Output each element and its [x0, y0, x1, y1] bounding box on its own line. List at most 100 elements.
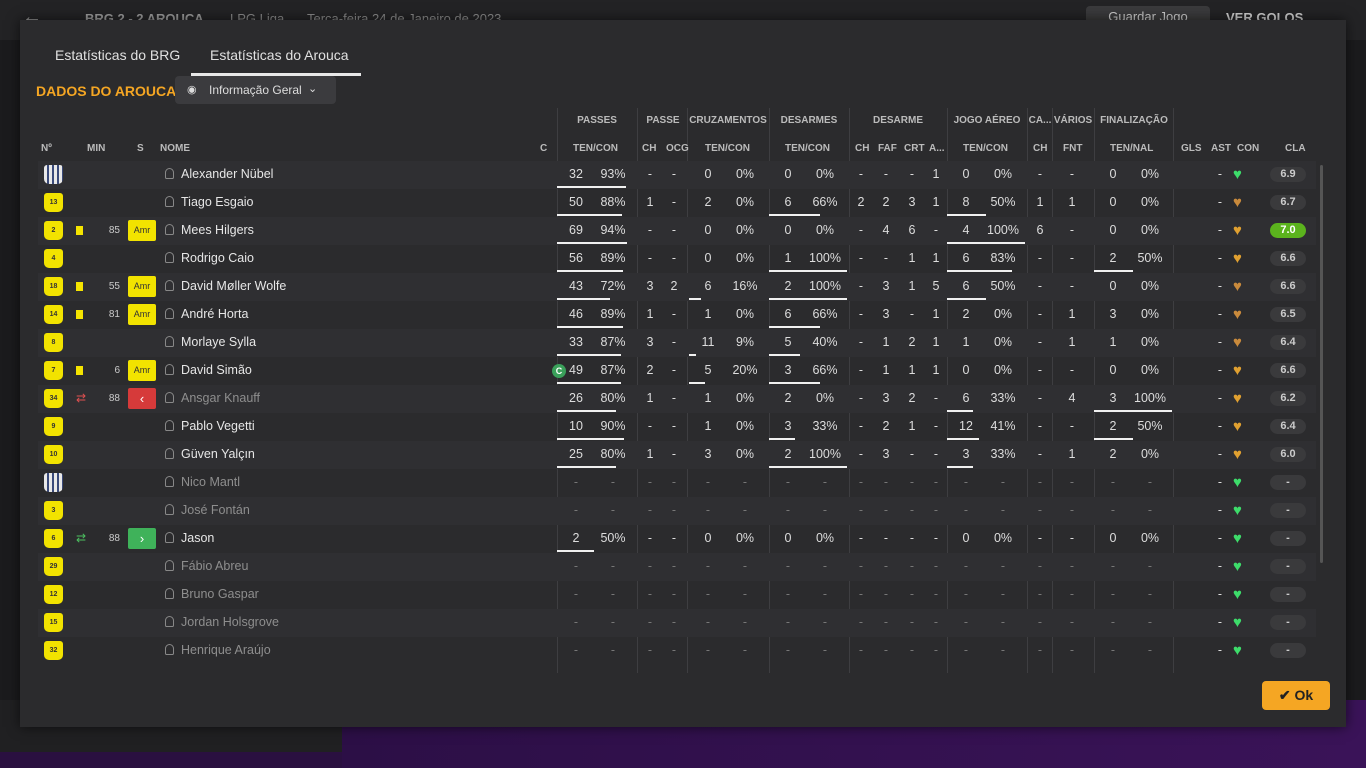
player-name[interactable]: Morlaye Sylla: [181, 335, 256, 349]
aerial-bar: [947, 270, 1012, 272]
col-minute[interactable]: MIN: [87, 143, 105, 154]
crosses-attempts: 3: [704, 447, 712, 461]
tab-brg-stats[interactable]: Estatísticas do BRG: [55, 47, 180, 63]
passes-attempts: 50: [569, 195, 583, 209]
player-name[interactable]: Alexander Nübel: [181, 167, 273, 181]
table-row[interactable]: 34 ⇄ 88 ‹ Ansgar Knauff 26 80% 1-1 0% 2 0% -3 2-6 33%…: [38, 385, 1316, 413]
minute: 55: [108, 281, 120, 292]
player-name[interactable]: Henrique Araújo: [181, 643, 271, 657]
player-name[interactable]: Fábio Abreu: [181, 559, 248, 573]
tackles-attempts: 2: [784, 447, 792, 461]
player-name[interactable]: Jason: [181, 531, 214, 545]
ocg: -: [671, 559, 677, 573]
player-name[interactable]: Güven Yalçın: [181, 447, 255, 461]
rating-badge: 6.4: [1270, 335, 1306, 350]
table-row[interactable]: 2 85 Amr Mees Hilgers 69 94% - - 0 0% 0 0% - 4 6 - 4 100%…: [38, 217, 1316, 245]
table-row[interactable]: 29 Fábio Abreu - - - - - - - - - - - - - - - - - - - ♥ -: [38, 553, 1316, 581]
col-a[interactable]: A...: [929, 143, 945, 154]
crosses-attempts: 1: [704, 391, 712, 405]
crosses-attempts: 0: [704, 251, 712, 265]
player-name[interactable]: André Horta: [181, 307, 248, 321]
assists: -: [1217, 195, 1223, 209]
col-faf[interactable]: FAF: [878, 143, 897, 154]
col-ca-ch[interactable]: CH: [1033, 143, 1047, 154]
player-name[interactable]: David Simão: [181, 363, 252, 377]
player-name[interactable]: Jordan Holsgrove: [181, 615, 279, 629]
table-row[interactable]: 7 6 Amr David Simão C 49 87% 2-5 20% 3 66% -1 1 1 0 0% -…: [38, 357, 1316, 385]
finishing-pct: 0%: [1140, 167, 1160, 181]
col-ocg[interactable]: OCG: [666, 143, 689, 154]
col-captain[interactable]: C: [540, 143, 547, 154]
table-row[interactable]: 13 Tiago Esgaio 50 88% 1 - 2 0% 6 66% 2 2 3 1 8 50% 1 1 0 0…: [38, 189, 1316, 217]
table-row[interactable]: Nico Mantl - - - - - - - - - - - - - - - - - - - ♥ -: [38, 469, 1316, 497]
finishing-attempts: -: [1110, 503, 1116, 517]
col-condition[interactable]: CON: [1237, 143, 1259, 154]
view-dropdown[interactable]: ◉ Informação Geral ⌄: [175, 76, 336, 104]
player-name[interactable]: Rodrigo Caio: [181, 251, 254, 265]
crosses-attempts: -: [705, 587, 711, 601]
col-goals[interactable]: GLS: [1181, 143, 1202, 154]
table-row[interactable]: 4 Rodrigo Caio 56 89% - - 0 0% 1 100% - - 1 1 6 83% - - 2 5…: [38, 245, 1316, 273]
pass-ch: 1: [646, 307, 654, 321]
table-row[interactable]: 10 Güven Yalçın 25 80% 1 - 3 0% 2 100% - 3 - - 3 33% - 1 2…: [38, 441, 1316, 469]
player-name[interactable]: Ansgar Knauff: [181, 391, 260, 405]
player-name[interactable]: Bruno Gaspar: [181, 587, 259, 601]
col-fnt[interactable]: FNT: [1063, 143, 1082, 154]
player-name[interactable]: Mees Hilgers: [181, 223, 254, 237]
player-name[interactable]: José Fontán: [181, 503, 250, 517]
finishing-attempts: -: [1110, 559, 1116, 573]
faf: -: [883, 559, 889, 573]
col-passes[interactable]: TEN/CON: [573, 143, 618, 154]
crt: -: [909, 447, 915, 461]
col-sub[interactable]: S: [137, 143, 144, 154]
table-row[interactable]: 9 Pablo Vegetti 10 90% - - 1 0% 3 33% - 2 1 - 12 41% - - 2…: [38, 413, 1316, 441]
assists: -: [1217, 503, 1223, 517]
pass-ch: -: [647, 559, 653, 573]
crosses-attempts: -: [705, 643, 711, 657]
crosses-attempts: -: [705, 559, 711, 573]
scrollbar[interactable]: [1320, 165, 1323, 563]
col-number[interactable]: Nº: [41, 143, 52, 154]
condition-heart-icon: ♥: [1233, 418, 1242, 435]
crosses-pct: 0%: [735, 531, 755, 545]
fnt: -: [1069, 363, 1075, 377]
aerial-pct: 33%: [990, 447, 1016, 461]
tab-arouca-stats[interactable]: Estatísticas do Arouca: [210, 47, 349, 63]
a: -: [933, 559, 939, 573]
table-row[interactable]: 32 Henrique Araújo - - - - - - - - - - - - - - - - - - - ♥ -: [38, 637, 1316, 665]
player-name[interactable]: David Møller Wolfe: [181, 279, 286, 293]
ok-button[interactable]: ✔ Ok: [1262, 681, 1330, 710]
col-tackles[interactable]: TEN/CON: [785, 143, 830, 154]
condition-heart-icon: ♥: [1233, 558, 1242, 575]
aerial-attempts: -: [963, 615, 969, 629]
col-finishing[interactable]: TEN/NAL: [1110, 143, 1153, 154]
table-row[interactable]: 6 ⇄ 88 › Jason 2 50% - -0 0% 0 0% - - - -0 0% - -0 0% - ♥ -: [38, 525, 1316, 553]
col-assists[interactable]: AST: [1211, 143, 1231, 154]
table-row[interactable]: 15 Jordan Holsgrove - - - - - - - - - - - - - - - - - - - ♥ -: [38, 609, 1316, 637]
col-aerial[interactable]: TEN/CON: [963, 143, 1008, 154]
table-row[interactable]: 12 Bruno Gaspar - - - - - - - - - - - - - - - - - - - ♥ -: [38, 581, 1316, 609]
table-row[interactable]: 3 José Fontán - - - - - - - - - - - - - - - - - - - ♥ -: [38, 497, 1316, 525]
a: 1: [932, 251, 940, 265]
col-crt[interactable]: CRT: [904, 143, 925, 154]
crt: 1: [908, 419, 916, 433]
player-name[interactable]: Nico Mantl: [181, 475, 240, 489]
tackle-ch: -: [858, 615, 864, 629]
col-name[interactable]: NOME: [160, 143, 190, 154]
crt: 2: [908, 391, 916, 405]
col-tackle-ch[interactable]: CH: [855, 143, 869, 154]
faf: 3: [882, 307, 890, 321]
col-pass-ch[interactable]: CH: [642, 143, 656, 154]
player-icon: [165, 308, 174, 319]
player-name[interactable]: Tiago Esgaio: [181, 195, 254, 209]
table-row[interactable]: 14 81 Amr André Horta 46 89% 1 - 1 0% 6 66% - 3 - 1 2 0% -…: [38, 301, 1316, 329]
table-row[interactable]: 8 Morlaye Sylla 33 87% 3-11 9% 5 40% -1 2 1 1 0% -1 1 0…: [38, 329, 1316, 357]
shirt-number: 10: [44, 445, 63, 464]
player-name[interactable]: Pablo Vegetti: [181, 419, 255, 433]
finishing-attempts: 2: [1109, 419, 1117, 433]
col-crosses[interactable]: TEN/CON: [705, 143, 750, 154]
table-row[interactable]: 18 55 Amr David Møller Wolfe 43 72% 3 2 6 16% 2 100…: [38, 273, 1316, 301]
col-rating[interactable]: CLA: [1285, 143, 1306, 154]
assists: -: [1217, 223, 1223, 237]
table-row[interactable]: Alexander Nübel 32 93% - - 0 0% 0 0% - - - 1 0 0% - - 0 0%…: [38, 161, 1316, 189]
